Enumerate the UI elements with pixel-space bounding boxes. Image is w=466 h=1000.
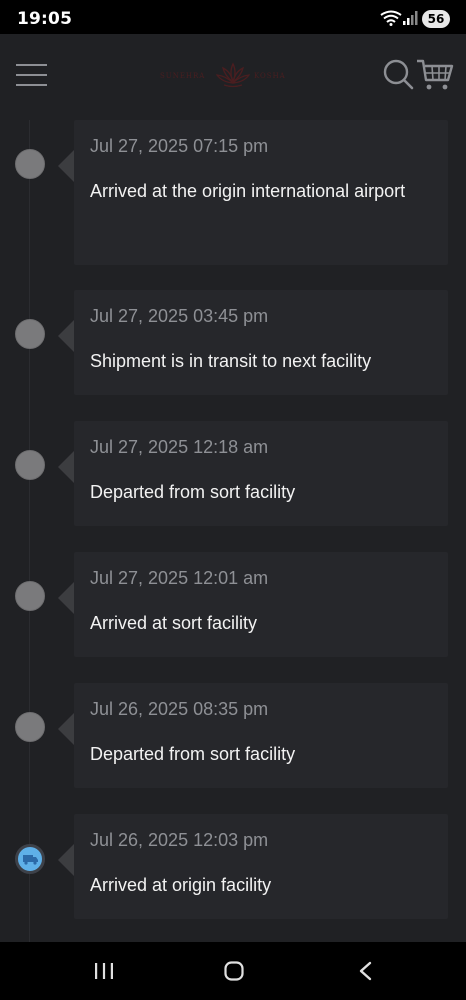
search-icon[interactable] bbox=[382, 58, 414, 90]
event-date: Jul 26, 2025 12:03 pm bbox=[90, 830, 269, 850]
signal-icon bbox=[403, 11, 418, 25]
timeline-event: Jul 27, 2025 12:01 am Arrived at sort fa… bbox=[0, 552, 466, 657]
truck-icon bbox=[23, 855, 38, 865]
event-description: Arrived at the origin international airp… bbox=[90, 181, 406, 201]
screen: 19:05 56 SUNEHRA KOSHA Jul 27, 2025 07:1… bbox=[0, 0, 466, 1000]
timeline-event: Jul 27, 2025 12:18 am Departed from sort… bbox=[0, 421, 466, 526]
logo-text-left: SUNEHRA bbox=[160, 72, 206, 80]
event-description: Arrived at sort facility bbox=[90, 613, 258, 633]
wifi-icon bbox=[380, 10, 402, 26]
timeline-dot bbox=[15, 712, 45, 742]
event-date: Jul 27, 2025 12:01 am bbox=[90, 568, 269, 588]
event-description: Shipment is in transit to next facility bbox=[90, 351, 372, 371]
event-card: Jul 27, 2025 12:01 am Arrived at sort fa… bbox=[74, 552, 448, 657]
timeline-dot bbox=[15, 149, 45, 179]
timeline-dot bbox=[15, 319, 45, 349]
battery-badge: 56 bbox=[422, 10, 450, 28]
lotus-logo-icon bbox=[216, 62, 250, 88]
event-card: Jul 27, 2025 12:18 am Departed from sort… bbox=[74, 421, 448, 526]
cart-icon[interactable] bbox=[416, 58, 454, 92]
timeline-event: Jul 26, 2025 12:03 pm Arrived at origin … bbox=[0, 814, 466, 919]
back-icon[interactable] bbox=[358, 961, 372, 981]
card-pointer bbox=[58, 713, 74, 745]
event-description: Arrived at origin facility bbox=[90, 875, 272, 895]
event-date: Jul 27, 2025 12:18 am bbox=[90, 437, 269, 457]
system-nav-bar bbox=[0, 942, 466, 1000]
brand-logo[interactable]: SUNEHRA KOSHA bbox=[160, 62, 305, 88]
event-date: Jul 27, 2025 03:45 pm bbox=[90, 306, 269, 326]
card-pointer bbox=[58, 320, 74, 352]
event-card: Jul 27, 2025 03:45 pm Shipment is in tra… bbox=[74, 290, 448, 395]
recents-icon[interactable] bbox=[94, 962, 114, 980]
card-pointer bbox=[58, 582, 74, 614]
card-pointer bbox=[58, 844, 74, 876]
event-card: Jul 26, 2025 08:35 pm Departed from sort… bbox=[74, 683, 448, 788]
status-time: 19:05 bbox=[17, 9, 73, 29]
card-pointer bbox=[58, 451, 74, 483]
timeline-dot-active bbox=[15, 844, 45, 874]
timeline-dot bbox=[15, 450, 45, 480]
timeline-event: Jul 27, 2025 03:45 pm Shipment is in tra… bbox=[0, 290, 466, 395]
timeline-event: Jul 26, 2025 08:35 pm Departed from sort… bbox=[0, 683, 466, 788]
status-bar: 19:05 56 bbox=[0, 0, 466, 34]
event-description: Departed from sort facility bbox=[90, 744, 296, 764]
event-date: Jul 27, 2025 07:15 pm bbox=[90, 136, 269, 156]
app-header: SUNEHRA KOSHA bbox=[0, 34, 466, 120]
menu-icon[interactable] bbox=[16, 64, 48, 88]
timeline-event: Jul 27, 2025 07:15 pm Arrived at the ori… bbox=[0, 120, 466, 265]
event-description: Departed from sort facility bbox=[90, 482, 296, 502]
card-pointer bbox=[58, 150, 74, 182]
logo-text-right: KOSHA bbox=[254, 72, 286, 80]
home-icon[interactable] bbox=[224, 961, 244, 981]
event-card: Jul 27, 2025 07:15 pm Arrived at the ori… bbox=[74, 120, 448, 265]
event-date: Jul 26, 2025 08:35 pm bbox=[90, 699, 269, 719]
timeline-dot bbox=[15, 581, 45, 611]
event-card: Jul 26, 2025 12:03 pm Arrived at origin … bbox=[74, 814, 448, 919]
